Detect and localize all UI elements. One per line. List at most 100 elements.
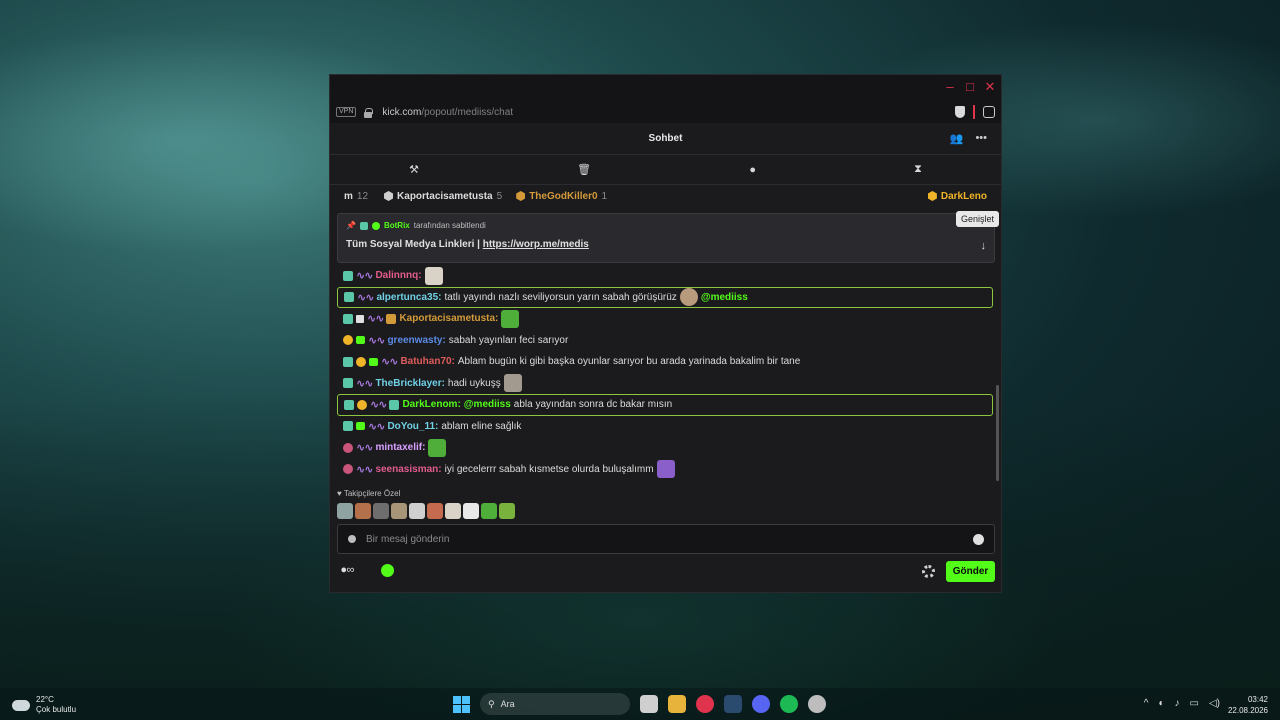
extensions-icon[interactable] xyxy=(983,106,995,118)
pinned-suffix: tarafından sabitlendi xyxy=(413,221,486,230)
pinned-text: Tüm Sosyal Medya Linkleri | https://worp… xyxy=(346,239,589,250)
discord-icon[interactable] xyxy=(752,695,770,713)
arrow-down-icon[interactable]: ↓ xyxy=(981,240,987,252)
chat-bubble-icon[interactable]: ● xyxy=(749,164,756,176)
username[interactable]: seenasisman: xyxy=(375,464,441,475)
kick-logo-icon[interactable] xyxy=(381,564,394,577)
bronze-hex-icon xyxy=(516,191,526,201)
message-text: ablam eline sağlık xyxy=(441,420,522,432)
sub-wave-icon: ∿∿ xyxy=(370,399,387,412)
network-icon[interactable]: ◐ xyxy=(1158,698,1164,709)
emote-icon[interactable] xyxy=(463,503,479,519)
kick-badge-icon xyxy=(356,336,365,345)
mod-toolbar: ⚒ 🗑 ● ⧗ xyxy=(330,155,1001,185)
emote-icon[interactable] xyxy=(409,503,425,519)
username[interactable]: alpertunca35: xyxy=(376,292,441,303)
chat-scrollbar[interactable] xyxy=(996,385,999,481)
emote-icon[interactable] xyxy=(445,503,461,519)
follower-label-text: Takipçilere Özel xyxy=(343,489,401,498)
taskbar: 22°C Çok bulutlu ⚲ Ara ^ ◐ ♪ ▭ ◁) 03:42 … xyxy=(0,688,1280,720)
address-bar[interactable]: VPN kick.com/popout/mediiss/chat xyxy=(330,101,1001,123)
windows-start-icon[interactable] xyxy=(453,695,470,713)
mention[interactable]: @mediiss xyxy=(701,292,748,303)
mod-badge-icon xyxy=(343,356,353,367)
clock[interactable]: 03:42 22.08.2026 xyxy=(1228,694,1268,716)
maximize-button[interactable]: □ xyxy=(963,80,977,94)
sub-wave-icon: ∿∿ xyxy=(357,291,374,304)
pinned-link[interactable]: https://worp.me/medis xyxy=(483,239,589,250)
search-placeholder: Ara xyxy=(500,699,515,709)
gifter-badge-icon xyxy=(386,313,397,324)
chevron-up-icon[interactable]: ^ xyxy=(1144,698,1149,709)
pinned-message[interactable]: 📌 BotRix tarafından sabitlendi Tüm Sosya… xyxy=(337,213,995,263)
task-view-icon[interactable] xyxy=(640,695,658,713)
leaderboard-name[interactable]: TheGodKiller0 xyxy=(529,191,597,202)
username[interactable]: Dalinnnq: xyxy=(375,270,421,281)
username[interactable]: TheBricklayer: xyxy=(375,378,444,389)
pin-icon: 📌 xyxy=(346,221,356,230)
send-button[interactable]: Gönder xyxy=(946,561,995,582)
minimize-button[interactable]: – xyxy=(943,80,957,94)
username[interactable]: DarkLenom: xyxy=(402,399,460,410)
username[interactable]: mintaxelif: xyxy=(375,442,425,453)
points-icon[interactable]: ⦁∞ xyxy=(341,564,354,577)
users-icon[interactable]: 👥 xyxy=(950,132,964,145)
microphone-icon[interactable]: ♪ xyxy=(1175,698,1180,709)
message-input[interactable] xyxy=(366,533,946,545)
verified-icon xyxy=(371,221,380,230)
weather-widget[interactable]: 22°C Çok bulutlu xyxy=(12,695,76,715)
shield-icon[interactable] xyxy=(955,106,965,118)
trash-icon[interactable]: 🗑 xyxy=(577,163,591,176)
chat-message: ∿∿ Dalinnnq: xyxy=(337,265,993,287)
opera-icon[interactable] xyxy=(696,695,714,713)
username[interactable]: Kaportacisametusta: xyxy=(399,313,498,324)
more-icon[interactable]: ••• xyxy=(975,132,987,145)
emote-icon[interactable] xyxy=(373,503,389,519)
hammer-icon[interactable]: ⚒ xyxy=(409,163,419,176)
emoji-icon[interactable] xyxy=(973,534,984,545)
silver-hex-icon xyxy=(384,191,394,201)
date: 22.08.2026 xyxy=(1227,706,1268,715)
username[interactable]: DoYou_11: xyxy=(387,421,438,432)
display-icon[interactable]: ▭ xyxy=(1190,698,1199,709)
leaderboard-name[interactable]: m xyxy=(344,191,353,202)
settings-icon[interactable] xyxy=(922,565,935,578)
chat-title: Sohbet xyxy=(648,133,683,144)
face-emote-icon xyxy=(679,288,698,307)
emote-icon[interactable] xyxy=(427,503,443,519)
leaderboard-name[interactable]: DarkLeno xyxy=(941,191,987,202)
file-explorer-icon[interactable] xyxy=(668,695,686,713)
mod-badge-icon xyxy=(343,378,353,389)
volume-icon[interactable]: ◁) xyxy=(1209,698,1220,709)
emote-icon[interactable] xyxy=(499,503,515,519)
steam-icon[interactable] xyxy=(724,695,742,713)
system-tray: ^ ◐ ♪ ▭ ◁) xyxy=(1144,698,1220,709)
message-input-box xyxy=(337,524,995,554)
sub-wave-icon: ∿∿ xyxy=(356,463,373,476)
lock-icon[interactable] xyxy=(364,107,374,118)
taskbar-search[interactable]: ⚲ Ara xyxy=(480,693,630,715)
url-text[interactable]: kick.com/popout/mediiss/chat xyxy=(382,107,513,118)
pinned-author[interactable]: BotRix xyxy=(384,221,410,230)
username[interactable]: greenwasty: xyxy=(387,335,445,346)
message-text: abla yayından sonra dc bakar mısın xyxy=(513,399,673,411)
vpn-badge[interactable]: VPN xyxy=(336,107,357,117)
leaderboard-name[interactable]: Kaportacisametusta xyxy=(397,191,493,202)
app-icon[interactable] xyxy=(808,695,826,713)
emote-icon[interactable] xyxy=(355,503,371,519)
username[interactable]: Batuhan70: xyxy=(400,356,454,367)
emote-icon[interactable] xyxy=(337,503,353,519)
time: 03:42 xyxy=(1247,695,1268,704)
emote-icon[interactable] xyxy=(391,503,407,519)
extensions-area xyxy=(955,105,995,119)
spotify-icon[interactable] xyxy=(780,695,798,713)
hourglass-icon[interactable]: ⧗ xyxy=(914,163,922,176)
close-button[interactable]: ✕ xyxy=(983,80,997,94)
emote-icon[interactable] xyxy=(481,503,497,519)
chat-footer: ⦁∞ Gönder xyxy=(337,560,995,584)
url-path: /popout/mediiss/chat xyxy=(421,106,514,118)
vip-badge-icon xyxy=(357,399,367,410)
mention[interactable]: @mediiss xyxy=(464,399,511,410)
pinned-message-text: Tüm Sosyal Medya Linkleri | xyxy=(346,239,483,250)
divider xyxy=(973,105,975,119)
